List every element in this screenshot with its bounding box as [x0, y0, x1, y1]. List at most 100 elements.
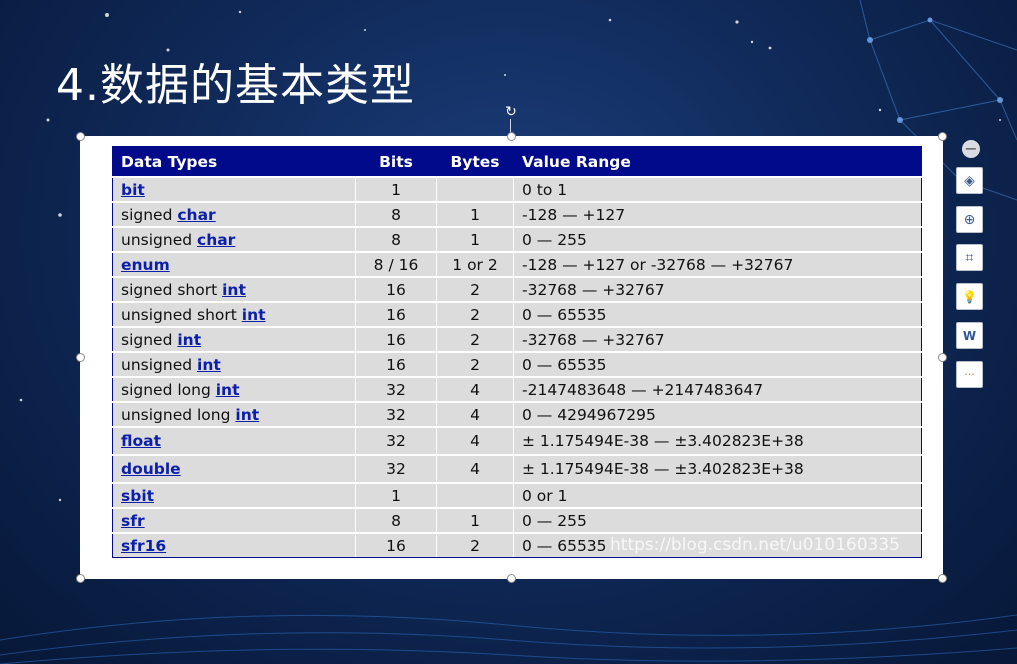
bytes-cell: 2: [436, 276, 514, 302]
table-row: double 32 4 ± 1.175494E-38 — ±3.402823E+…: [112, 454, 922, 483]
range-cell: -32768 — +32767: [513, 326, 922, 352]
more-button[interactable]: ···: [956, 361, 983, 388]
layers-icon: ◈: [964, 172, 975, 189]
bytes-cell: 1: [436, 226, 514, 252]
bits-cell: 16: [355, 276, 437, 302]
range-cell: 0 to 1: [513, 176, 922, 202]
word-export-button[interactable]: W: [956, 322, 983, 349]
word-export-icon: W: [962, 328, 977, 343]
type-keyword-link[interactable]: int: [177, 331, 201, 349]
bits-cell: 1: [355, 482, 437, 508]
type-prefix: unsigned: [121, 355, 197, 374]
bytes-cell: 4: [436, 376, 514, 402]
range-cell: 0 — 65535: [513, 532, 922, 558]
type-prefix: unsigned short: [121, 305, 242, 324]
crop-icon: ⌗: [965, 249, 974, 266]
bits-cell: 32: [355, 426, 437, 455]
table-row: unsigned short int 16 2 0 — 65535: [112, 301, 922, 327]
resize-handle-top-middle[interactable]: [507, 132, 516, 141]
table-row: signed short int 16 2 -32768 — +32767: [112, 276, 922, 302]
range-cell: ± 1.175494E-38 — ±3.402823E+38: [513, 454, 922, 483]
table-row: signed char 8 1 -128 — +127: [112, 201, 922, 227]
type-prefix: signed: [121, 330, 178, 349]
bits-cell: 8: [355, 226, 437, 252]
type-cell: sfr: [112, 507, 356, 533]
idea-button[interactable]: 💡: [956, 283, 983, 310]
type-keyword-link[interactable]: float: [121, 432, 161, 450]
zoom-in-button[interactable]: ⊕: [956, 206, 983, 233]
type-cell: unsigned int: [112, 351, 356, 377]
table-row: unsigned char 8 1 0 — 255: [112, 226, 922, 252]
type-prefix: signed long: [121, 380, 216, 399]
type-keyword-link[interactable]: sfr16: [121, 537, 166, 555]
bytes-cell: [436, 482, 514, 508]
resize-handle-middle-right[interactable]: [938, 353, 947, 362]
type-cell: enum: [112, 251, 356, 277]
slide-title: 4.数据的基本类型: [56, 60, 415, 111]
bits-cell: 16: [355, 351, 437, 377]
type-keyword-link[interactable]: sbit: [121, 487, 154, 505]
type-cell: bit: [112, 176, 356, 202]
bits-cell: 8: [355, 507, 437, 533]
type-keyword-link[interactable]: char: [177, 206, 215, 224]
type-keyword-link[interactable]: int: [242, 306, 266, 324]
more-icon: ···: [964, 368, 975, 381]
resize-handle-bottom-left[interactable]: [76, 574, 85, 583]
range-cell: 0 — 255: [513, 226, 922, 252]
resize-handle-top-left[interactable]: [76, 132, 85, 141]
layers-button[interactable]: ◈: [956, 167, 983, 194]
table-header-row: Data Types Bits Bytes Value Range: [112, 146, 922, 178]
type-keyword-link[interactable]: int: [197, 356, 221, 374]
header-data-types: Data Types: [112, 146, 356, 178]
range-cell: -2147483648 — +2147483647: [513, 376, 922, 402]
type-prefix: unsigned long: [121, 405, 236, 424]
header-bits: Bits: [355, 146, 437, 178]
table-row: bit 1 0 to 1: [112, 176, 922, 202]
table-row: sfr16 16 2 0 — 65535: [112, 532, 922, 558]
type-keyword-link[interactable]: int: [222, 281, 246, 299]
bytes-cell: 2: [436, 351, 514, 377]
resize-handle-top-right[interactable]: [938, 132, 947, 141]
table-row: unsigned long int 32 4 0 — 4294967295: [112, 401, 922, 427]
range-cell: -128 — +127 or -32768 — +32767: [513, 251, 922, 277]
resize-handle-middle-left[interactable]: [76, 353, 85, 362]
type-cell: unsigned long int: [112, 401, 356, 427]
range-cell: 0 or 1: [513, 482, 922, 508]
resize-handle-bottom-right[interactable]: [938, 574, 947, 583]
bytes-cell: [436, 176, 514, 202]
type-keyword-link[interactable]: enum: [121, 256, 170, 274]
type-keyword-link[interactable]: sfr: [121, 512, 145, 530]
bytes-cell: 1: [436, 201, 514, 227]
type-cell: signed char: [112, 201, 356, 227]
type-keyword-link[interactable]: bit: [121, 181, 145, 199]
bytes-cell: 1 or 2: [436, 251, 514, 277]
range-cell: ± 1.175494E-38 — ±3.402823E+38: [513, 426, 922, 455]
bytes-cell: 4: [436, 401, 514, 427]
type-keyword-link[interactable]: char: [197, 231, 235, 249]
type-cell: signed int: [112, 326, 356, 352]
type-cell: float: [112, 426, 356, 455]
collapse-icon[interactable]: −: [962, 140, 980, 158]
bits-cell: 16: [355, 532, 437, 558]
bits-cell: 32: [355, 454, 437, 483]
range-cell: -32768 — +32767: [513, 276, 922, 302]
type-keyword-link[interactable]: int: [235, 406, 259, 424]
range-cell: 0 — 255: [513, 507, 922, 533]
type-keyword-link[interactable]: double: [121, 460, 181, 478]
table-row: unsigned int 16 2 0 — 65535: [112, 351, 922, 377]
type-cell: sfr16: [112, 532, 356, 558]
rotate-handle-icon[interactable]: ↻: [503, 104, 519, 120]
type-prefix: signed short: [121, 280, 223, 299]
bits-cell: 1: [355, 176, 437, 202]
bits-cell: 16: [355, 301, 437, 327]
bits-cell: 8 / 16: [355, 251, 437, 277]
type-keyword-link[interactable]: int: [216, 381, 240, 399]
bits-cell: 32: [355, 376, 437, 402]
bytes-cell: 1: [436, 507, 514, 533]
type-cell: unsigned short int: [112, 301, 356, 327]
type-prefix: signed: [121, 205, 178, 224]
table-row: sbit 1 0 or 1: [112, 482, 922, 508]
bytes-cell: 4: [436, 426, 514, 455]
resize-handle-bottom-middle[interactable]: [507, 574, 516, 583]
crop-button[interactable]: ⌗: [956, 244, 983, 271]
